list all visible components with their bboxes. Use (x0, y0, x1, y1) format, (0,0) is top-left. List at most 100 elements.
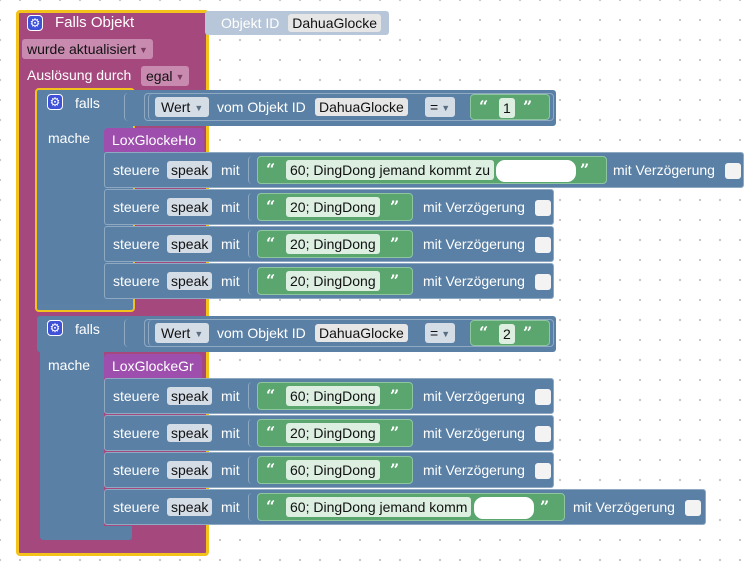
text-value[interactable]: 2 (499, 324, 515, 344)
wert-dropdown[interactable]: Wert ▼ (155, 97, 210, 117)
objid-field[interactable]: DahuaGlocke (288, 14, 382, 32)
text-block[interactable]: “ 20; DingDong ” (257, 267, 413, 295)
close-quote-icon: ” (390, 460, 400, 479)
text-block[interactable]: “ 60; DingDong ” (257, 456, 413, 484)
delay-checkbox[interactable] (685, 500, 701, 516)
wert-dropdown[interactable]: Wert ▼ (155, 323, 210, 343)
close-quote-icon: ” (390, 386, 400, 405)
trigger-dropdown[interactable]: egal ▼ (141, 66, 190, 86)
speak-field[interactable]: speak (167, 461, 213, 479)
operator-dropdown[interactable]: = ▼ (425, 97, 456, 117)
speak-field[interactable]: speak (167, 235, 213, 253)
objid-label: Objekt ID (221, 15, 280, 31)
gear-icon[interactable]: ⚙ (47, 320, 63, 336)
redaction (496, 160, 576, 182)
falls-label: falls (75, 321, 100, 337)
gear-icon[interactable]: ⚙ (47, 94, 63, 110)
delay-checkbox[interactable] (535, 463, 551, 479)
control-row[interactable]: steuere speak mit “ 20; DingDong ” mit V… (104, 226, 554, 262)
if-block-2-foot (40, 526, 132, 540)
control-row[interactable]: steuere speak mit “ 20; DingDong ” mit V… (104, 415, 554, 451)
text-value[interactable]: 1 (499, 98, 515, 118)
close-quote-icon: ” (390, 271, 400, 290)
control-row[interactable]: steuere speak mit “ 20; DingDong ” mit V… (104, 263, 554, 299)
objid-field[interactable]: DahuaGlocke (315, 98, 408, 116)
text-value[interactable]: 20; DingDong (286, 423, 380, 443)
chevron-down-icon: ▼ (441, 329, 451, 339)
control-row[interactable]: steuere speak mit “ 20; DingDong ” mit V… (104, 189, 554, 225)
chevron-down-icon: ▼ (138, 45, 148, 55)
text-value[interactable]: 60; DingDong (286, 386, 380, 406)
mit-label: mit (221, 462, 240, 478)
text-value[interactable]: 60; DingDong (286, 460, 380, 480)
delay-checkbox[interactable] (725, 163, 741, 179)
text-value[interactable]: 20; DingDong (286, 234, 380, 254)
speak-field[interactable]: speak (167, 161, 213, 179)
text-block[interactable]: “ 20; DingDong ” (257, 193, 413, 221)
open-quote-icon: “ (266, 271, 276, 290)
steuere-label: steuere (113, 462, 160, 478)
open-quote-icon: “ (479, 97, 489, 116)
steuere-label: steuere (113, 236, 160, 252)
text-value[interactable]: 20; DingDong (286, 197, 380, 217)
function-label[interactable]: LoxGlockeGr (104, 354, 202, 378)
delay-label: mit Verzögerung (423, 462, 525, 478)
text-block[interactable]: “ 1 ” (470, 94, 550, 120)
event-dropdown[interactable]: wurde aktualisiert ▼ (22, 39, 153, 59)
close-quote-icon: ” (390, 423, 400, 442)
steuere-label: steuere (113, 425, 160, 441)
if-block-1-spine (40, 124, 104, 304)
speak-field[interactable]: speak (167, 198, 213, 216)
control-row[interactable]: steuere speak mit “ 60; DingDong ” mit V… (104, 452, 554, 488)
delay-label: mit Verzögerung (613, 162, 715, 178)
control-row[interactable]: steuere speak mit “ 60; DingDong ” mit V… (104, 378, 554, 414)
delay-label: mit Verzögerung (573, 499, 675, 515)
steuere-label: steuere (113, 388, 160, 404)
text-block[interactable]: “ 20; DingDong ” (257, 230, 413, 258)
redaction (474, 497, 534, 519)
chevron-down-icon: ▼ (194, 103, 204, 113)
compare-block-1[interactable]: Wert ▼ vom Objekt ID DahuaGlocke = ▼ “ 1 ” (144, 93, 554, 121)
function-label[interactable]: LoxGlockeHo (104, 128, 205, 152)
text-value[interactable]: 60; DingDong jemand komm (286, 497, 472, 517)
chevron-down-icon: ▼ (175, 72, 185, 82)
text-block[interactable]: “ 60; DingDong ” (257, 382, 413, 410)
control-row[interactable]: steuere speak mit “ 60; DingDong jemand … (104, 152, 744, 188)
chevron-down-icon: ▼ (441, 103, 451, 113)
delay-label: mit Verzögerung (423, 199, 525, 215)
speak-field[interactable]: speak (167, 424, 213, 442)
gear-icon[interactable]: ⚙ (27, 15, 43, 31)
delay-checkbox[interactable] (535, 237, 551, 253)
close-quote-icon: ” (540, 497, 550, 516)
delay-checkbox[interactable] (535, 200, 551, 216)
objid-block[interactable]: Objekt ID DahuaGlocke (205, 11, 389, 35)
mit-label: mit (221, 162, 240, 178)
text-value[interactable]: 60; DingDong jemand kommt zu (286, 160, 494, 180)
steuere-label: steuere (113, 162, 160, 178)
delay-checkbox[interactable] (535, 274, 551, 290)
speak-field[interactable]: speak (167, 498, 213, 516)
close-quote-icon: ” (523, 323, 533, 342)
delay-checkbox[interactable] (535, 426, 551, 442)
control-row[interactable]: steuere speak mit “ 60; DingDong jemand … (104, 489, 706, 525)
objid-field[interactable]: DahuaGlocke (315, 324, 408, 342)
close-quote-icon: ” (390, 197, 400, 216)
open-quote-icon: “ (266, 423, 276, 442)
speak-field[interactable]: speak (167, 387, 213, 405)
compare-block-2[interactable]: Wert ▼ vom Objekt ID DahuaGlocke = ▼ “ 2 ” (144, 319, 554, 347)
text-block[interactable]: “ 60; DingDong jemand kommt zu ” (257, 156, 607, 184)
text-value[interactable]: 20; DingDong (286, 271, 380, 291)
text-block[interactable]: “ 60; DingDong jemand komm ” (257, 493, 565, 521)
operator-dropdown[interactable]: = ▼ (425, 323, 456, 343)
text-block[interactable]: “ 2 ” (470, 320, 550, 346)
open-quote-icon: “ (266, 160, 276, 179)
input-socket (124, 93, 134, 121)
trigger-title: Falls Objekt (55, 14, 135, 31)
delay-checkbox[interactable] (535, 389, 551, 405)
text-block[interactable]: “ 20; DingDong ” (257, 419, 413, 447)
speak-field[interactable]: speak (167, 272, 213, 290)
open-quote-icon: “ (266, 386, 276, 405)
mache-label: mache (48, 130, 91, 146)
trigger-label: Auslösung durch (27, 67, 132, 83)
mit-label: mit (221, 425, 240, 441)
